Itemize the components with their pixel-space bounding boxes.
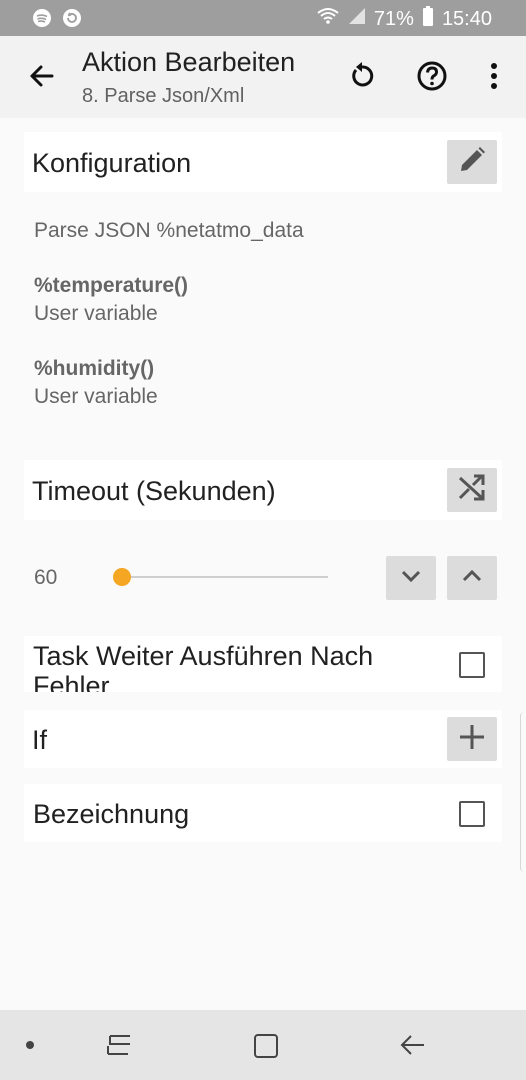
wifi-icon <box>316 6 340 32</box>
continue-after-error-checkbox[interactable] <box>459 652 485 678</box>
label-row[interactable]: Bezeichnung <box>24 784 502 842</box>
back-icon[interactable] <box>398 1032 428 1063</box>
label-title: Bezeichnung <box>33 799 190 829</box>
chevron-down-icon <box>399 564 423 593</box>
edit-button[interactable] <box>447 140 497 184</box>
dot-icon[interactable] <box>26 1041 34 1049</box>
back-arrow-icon[interactable] <box>26 60 58 92</box>
config-summary: Parse JSON %netatmo_data <box>34 219 304 242</box>
home-icon[interactable] <box>252 1032 280 1065</box>
continue-after-error-label: Task Weiter Ausführen Nach Fehler <box>33 641 374 692</box>
variable-name: %humidity() <box>34 357 155 380</box>
timeout-value: 60 <box>34 566 58 589</box>
variable-toggle-button[interactable] <box>447 468 497 512</box>
help-icon[interactable] <box>414 58 450 94</box>
variable-type: User variable <box>34 302 158 325</box>
if-label: If <box>32 725 48 755</box>
timeout-title: Timeout (Sekunden) <box>32 476 276 506</box>
spotify-icon <box>32 8 52 33</box>
timeout-slider-thumb[interactable] <box>113 568 131 586</box>
navigation-bar <box>0 1010 526 1080</box>
add-condition-button[interactable] <box>447 717 497 761</box>
variable-type: User variable <box>34 385 158 408</box>
battery-icon <box>422 6 434 32</box>
plus-icon <box>458 723 486 756</box>
label-checkbox[interactable] <box>459 801 485 827</box>
app-bar: Aktion Bearbeiten 8. Parse Json/Xml <box>0 36 526 118</box>
clock: 15:40 <box>441 7 492 30</box>
battery-percent: 71% <box>373 7 414 30</box>
signal-icon <box>348 7 366 31</box>
config-title: Konfiguration <box>32 148 192 178</box>
chevron-up-icon <box>460 564 484 593</box>
sync-icon <box>62 8 82 33</box>
increment-button[interactable] <box>447 556 497 600</box>
page-subtitle: 8. Parse Json/Xml <box>82 85 245 107</box>
config-header: Konfiguration <box>24 132 502 192</box>
timeout-header: Timeout (Sekunden) <box>24 460 502 520</box>
overflow-menu-icon[interactable] <box>476 58 512 94</box>
reset-icon[interactable] <box>344 58 380 94</box>
page-title: Aktion Bearbeiten <box>82 47 296 77</box>
timeout-slider-track[interactable] <box>122 576 328 578</box>
variable-name: %temperature() <box>34 274 189 297</box>
recents-icon[interactable] <box>104 1032 134 1063</box>
shuffle-icon <box>456 472 488 509</box>
status-bar: 71% 15:40 <box>0 0 526 36</box>
if-row: If <box>24 710 502 768</box>
pencil-icon <box>457 145 487 180</box>
decrement-button[interactable] <box>386 556 436 600</box>
continue-after-error-row[interactable]: Task Weiter Ausführen Nach Fehler <box>24 636 502 692</box>
edge-panel-handle[interactable] <box>520 712 526 872</box>
